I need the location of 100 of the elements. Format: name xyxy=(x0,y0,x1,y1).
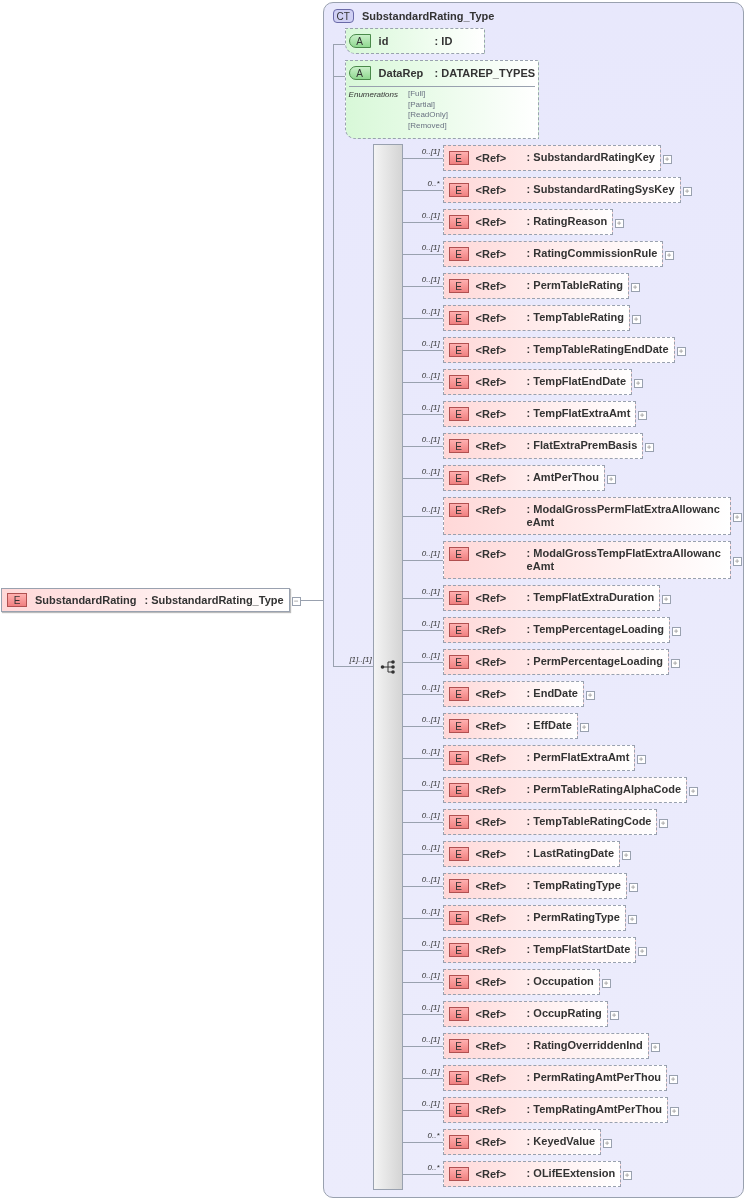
element-box[interactable]: E <Ref> : TempPercentageLoading xyxy=(442,617,670,643)
multiplicity-label: 0..[1] xyxy=(421,1001,440,1014)
expand-icon[interactable] xyxy=(634,379,644,388)
element-ref: <Ref> xyxy=(475,687,508,701)
element-box[interactable]: E <Ref> : TempTableRating xyxy=(442,305,630,331)
expand-icon[interactable] xyxy=(650,1043,660,1052)
expand-icon[interactable] xyxy=(732,513,742,522)
expand-icon[interactable] xyxy=(670,659,680,668)
multiplicity-label: 0..[1] xyxy=(421,241,440,254)
expand-icon[interactable] xyxy=(615,219,625,228)
element-box[interactable]: E <Ref> : PermPercentageLoading xyxy=(442,649,669,675)
attribute-box[interactable]: A DataRep : DATAREP_TYPES Enumerations [Full] [Partial] [ReadOnly] [Removed] xyxy=(344,60,540,139)
element-box[interactable]: E <Ref> : TempFlatExtraDuration xyxy=(442,585,661,611)
element-ref: <Ref> xyxy=(475,547,508,561)
element-box[interactable]: E <Ref> : Occupation xyxy=(442,969,600,995)
expand-icon[interactable] xyxy=(638,411,648,420)
complex-type-name: SubstandardRating_Type xyxy=(361,8,495,24)
multiplicity-label: 0..[1] xyxy=(421,617,440,630)
element-ref: <Ref> xyxy=(475,1167,508,1181)
element-ref: <Ref> xyxy=(475,279,508,293)
element-box[interactable]: E <Ref> : TempFlatStartDate xyxy=(442,937,637,963)
expand-icon[interactable] xyxy=(601,979,611,988)
multiplicity-label: 0..[1] xyxy=(421,681,440,694)
element-box[interactable]: E <Ref> : SubstandardRatingKey xyxy=(442,145,661,171)
element-box[interactable]: E <Ref> : TempRatingType xyxy=(442,873,627,899)
element-box[interactable]: E <Ref> : TempTableRatingCode xyxy=(442,809,658,835)
element-box[interactable]: E <Ref> : EndDate xyxy=(442,681,584,707)
expand-icon[interactable] xyxy=(682,187,692,196)
element-type: : PermRatingType xyxy=(526,911,620,924)
expand-icon[interactable] xyxy=(579,723,589,732)
element-ref: <Ref> xyxy=(475,815,508,829)
expand-icon[interactable] xyxy=(662,155,672,164)
expand-icon[interactable] xyxy=(676,347,686,356)
expand-icon[interactable] xyxy=(623,1171,633,1180)
element-type: : TempFlatExtraAmt xyxy=(526,407,631,420)
expand-icon[interactable] xyxy=(627,915,637,924)
element-ref: <Ref> xyxy=(475,975,508,989)
element-box[interactable]: E <Ref> : LastRatingDate xyxy=(442,841,620,867)
expand-icon[interactable] xyxy=(609,1011,619,1020)
element-box[interactable]: E <Ref> : PermRatingType xyxy=(442,905,626,931)
element-box[interactable]: E <Ref> : ModalGrossPermFlatExtraAllowanceAmt xyxy=(442,497,731,535)
element-box[interactable]: E <Ref> : RatingReason xyxy=(442,209,614,235)
element-box[interactable]: E <Ref> : OccupRating xyxy=(442,1001,608,1027)
expand-icon[interactable] xyxy=(732,557,742,566)
element-box[interactable]: E <Ref> : PermTableRatingAlphaCode xyxy=(442,777,688,803)
element-box[interactable]: E <Ref> : ModalGrossTempFlatExtraAllowanceAmt xyxy=(442,541,731,579)
element-badge: E xyxy=(448,815,469,829)
element-ref: <Ref> xyxy=(475,1039,508,1053)
enumerations-label: Enumerations xyxy=(348,89,398,101)
element-ref: <Ref> xyxy=(475,215,508,229)
element-type: : ModalGrossTempFlatExtraAllowanceAmt xyxy=(526,547,722,573)
expand-icon[interactable] xyxy=(645,443,655,452)
element-box[interactable]: E <Ref> : PermFlatExtraAmt xyxy=(442,745,636,771)
multiplicity-label: 0..[1] xyxy=(421,465,440,478)
element-box[interactable]: E <Ref> : SubstandardRatingSysKey xyxy=(442,177,681,203)
element-box[interactable]: E <Ref> : TempFlatEndDate xyxy=(442,369,633,395)
expand-icon[interactable] xyxy=(622,851,631,860)
element-ref: <Ref> xyxy=(475,183,508,197)
element-box[interactable]: E <Ref> : TempRatingAmtPerThou xyxy=(442,1097,669,1123)
element-badge: E xyxy=(448,943,469,957)
element-badge: E xyxy=(448,591,469,605)
expand-icon[interactable] xyxy=(628,883,638,892)
expand-icon[interactable] xyxy=(632,315,641,324)
element-box[interactable]: E <Ref> : EffDate xyxy=(442,713,578,739)
expand-icon[interactable] xyxy=(665,251,675,260)
element-box[interactable]: E <Ref> : OLifEExtension xyxy=(442,1161,622,1187)
element-badge: E xyxy=(448,439,469,453)
element-ref: <Ref> xyxy=(475,1135,508,1149)
element-badge: E xyxy=(448,215,469,229)
element-type: : PermFlatExtraAmt xyxy=(526,751,630,764)
element-box[interactable]: E <Ref> : AmtPerThou xyxy=(442,465,605,491)
element-box[interactable]: E <Ref> : PermTableRating xyxy=(442,273,629,299)
expand-icon[interactable] xyxy=(689,787,699,796)
expand-icon[interactable] xyxy=(671,627,681,636)
root-element-box[interactable]: E SubstandardRating : SubstandardRating_Type xyxy=(1,588,290,612)
expand-icon[interactable] xyxy=(631,283,640,292)
expand-icon[interactable] xyxy=(637,755,647,764)
expand-icon[interactable] xyxy=(603,1139,613,1148)
enumeration-value: [Removed] xyxy=(407,120,448,131)
expand-icon[interactable] xyxy=(638,947,648,956)
element-box[interactable]: E <Ref> : RatingCommissionRule xyxy=(442,241,664,267)
element-box[interactable]: E <Ref> : RatingOverriddenInd xyxy=(442,1033,649,1059)
collapse-icon[interactable] xyxy=(291,597,301,606)
element-box[interactable]: E <Ref> : FlatExtraPremBasis xyxy=(442,433,644,459)
attribute-box[interactable]: A id : ID xyxy=(344,28,485,54)
element-badge: E xyxy=(448,719,469,733)
expand-icon[interactable] xyxy=(659,819,669,828)
multiplicity-label: 0..[1] xyxy=(421,503,440,516)
element-box[interactable]: E <Ref> : TempTableRatingEndDate xyxy=(442,337,675,363)
element-box[interactable]: E <Ref> : KeyedValue xyxy=(442,1129,602,1155)
multiplicity-label: 0..[1] xyxy=(421,1033,440,1046)
expand-icon[interactable] xyxy=(606,475,616,484)
element-box[interactable]: E <Ref> : PermRatingAmtPerThou xyxy=(442,1065,668,1091)
expand-icon[interactable] xyxy=(669,1075,679,1084)
expand-icon[interactable] xyxy=(670,1107,680,1116)
element-box[interactable]: E <Ref> : TempFlatExtraAmt xyxy=(442,401,637,427)
expand-icon[interactable] xyxy=(585,691,595,700)
element-ref: <Ref> xyxy=(475,471,508,485)
element-type: : SubstandardRating_Type xyxy=(144,592,284,608)
expand-icon[interactable] xyxy=(662,595,672,604)
